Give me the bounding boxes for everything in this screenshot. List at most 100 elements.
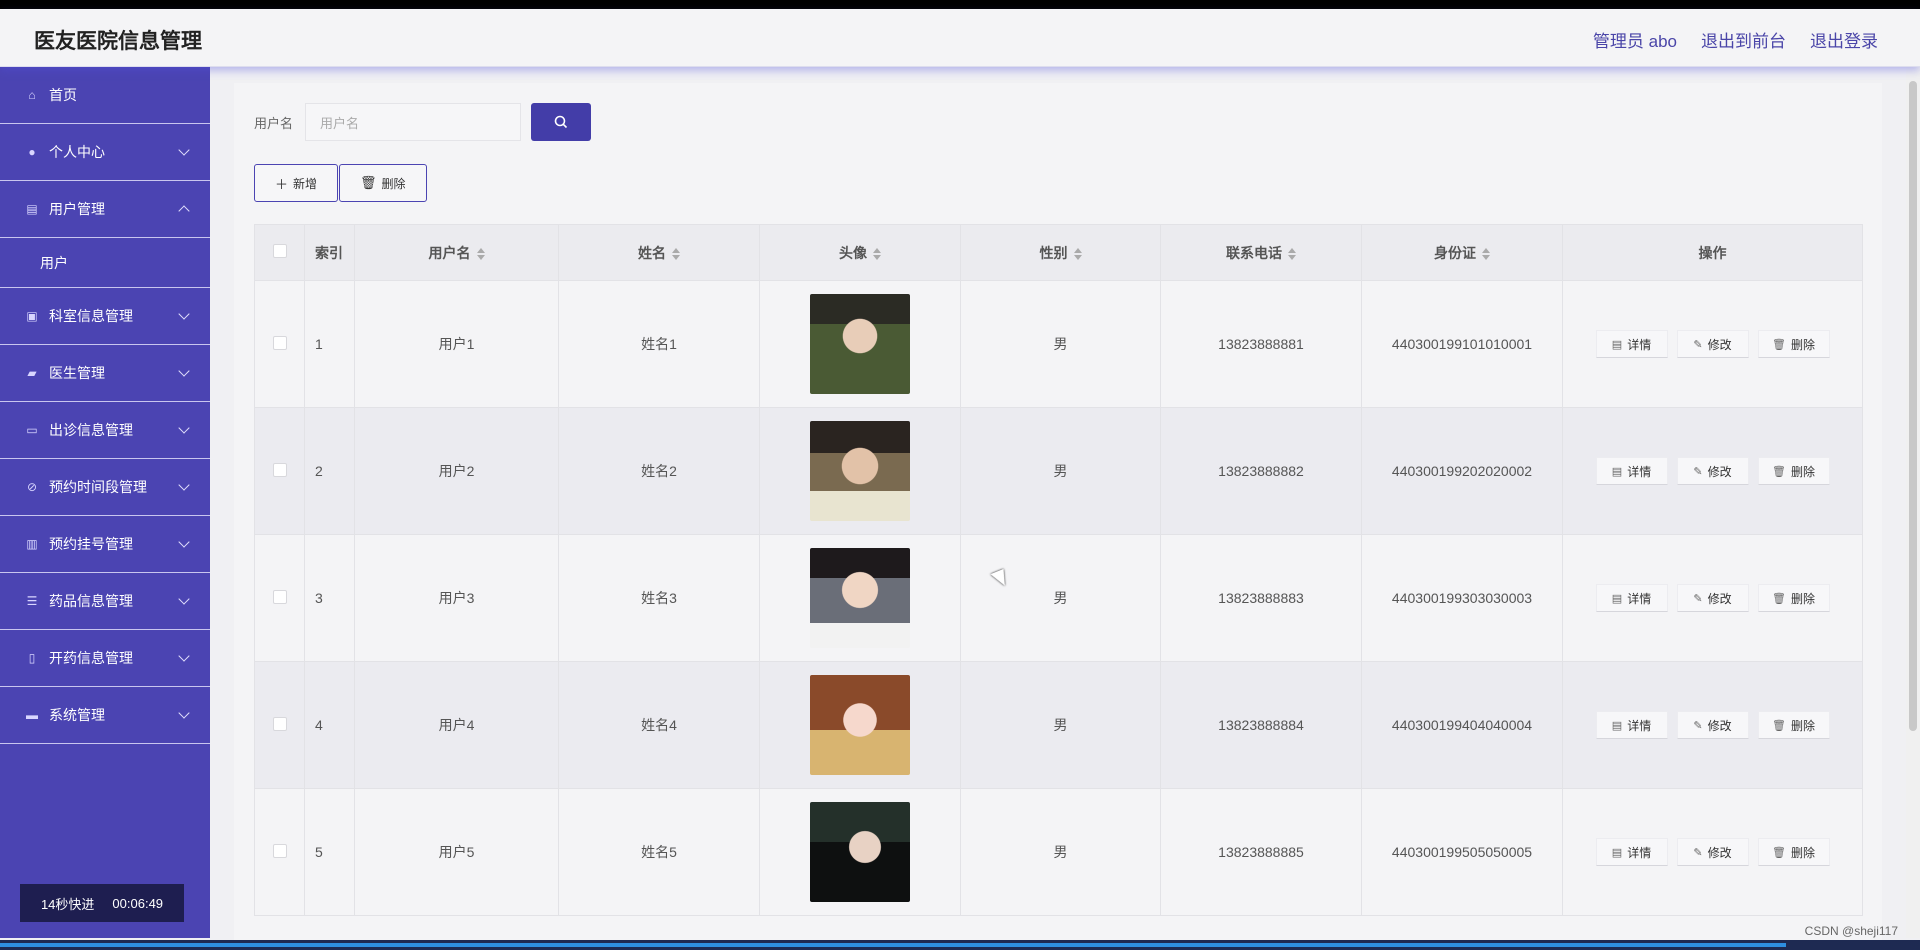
select-all-cell xyxy=(254,224,305,281)
header-nav: 管理员 abo 退出到前台 退出登录 xyxy=(1593,27,1878,52)
row-delete-button[interactable]: 🗑 删除 xyxy=(1757,838,1830,866)
column-header-phone[interactable]: 联系电话 xyxy=(1160,224,1362,281)
detail-button[interactable]: ▤ 详情 xyxy=(1595,457,1668,485)
select-cell xyxy=(254,407,305,535)
id-card-cell: 440300199404040004 xyxy=(1361,661,1563,789)
table-row: 2 用户2 姓名2 男 13823888882 440300199202020002 ▤ 详情… xyxy=(254,407,1863,535)
action-label: 修改 xyxy=(1707,464,1732,479)
sidebar-item-user-management[interactable]: ▤ 用户管理 xyxy=(0,181,210,238)
add-button[interactable]: ＋ 新增 xyxy=(254,164,339,202)
sidebar-item-home[interactable]: ⌂ 首页 xyxy=(0,67,210,124)
sort-icon[interactable] xyxy=(1288,247,1296,260)
column-header-name[interactable]: 姓名 xyxy=(558,224,760,281)
action-label: 详情 xyxy=(1627,464,1652,479)
column-header-id-card[interactable]: 身份证 xyxy=(1361,224,1563,281)
exit-to-front-link[interactable]: 退出到前台 xyxy=(1701,27,1786,52)
action-label: 删除 xyxy=(1790,591,1815,606)
search-row: 用户名 用户名 xyxy=(254,103,592,141)
chevron-down-icon xyxy=(178,308,190,320)
action-label: 详情 xyxy=(1627,718,1652,733)
sidebar-item-clinic[interactable]: ▭ 出诊信息管理 xyxy=(0,402,210,459)
row-checkbox[interactable] xyxy=(272,462,287,477)
edit-button[interactable]: ✎ 修改 xyxy=(1676,584,1749,612)
clipboard-icon: ▤ xyxy=(26,202,38,216)
sidebar-item-doctor[interactable]: ▰ 医生管理 xyxy=(0,345,210,402)
sidebar-item-label: 药品信息管理 xyxy=(49,593,133,609)
sidebar-item-label: 个人中心 xyxy=(49,144,105,160)
action-label: 删除 xyxy=(1790,718,1815,733)
edit-button[interactable]: ✎ 修改 xyxy=(1676,711,1749,739)
card-icon: ▭ xyxy=(26,423,38,437)
chevron-down-icon xyxy=(178,144,190,156)
scrollbar-thumb[interactable] xyxy=(1909,81,1917,731)
user-table: 索引 用户名 姓名 头像 性别 联系电话 身份证 操作 1 用户1 姓名1 男 1382… xyxy=(254,224,1863,916)
top-header: 医友医院信息管理 管理员 abo 退出到前台 退出登录 xyxy=(0,9,1920,67)
index-cell: 5 xyxy=(304,788,355,916)
sidebar-item-label: 首页 xyxy=(49,87,77,103)
sidebar-subitem-user[interactable]: 用户 xyxy=(0,238,210,288)
action-label: 修改 xyxy=(1707,591,1732,606)
actions-cell: ▤ 详情 ✎ 修改 🗑 删除 xyxy=(1562,534,1863,662)
username-search-input[interactable]: 用户名 xyxy=(305,103,522,141)
detail-button[interactable]: ▤ 详情 xyxy=(1595,838,1668,866)
column-header-avatar[interactable]: 头像 xyxy=(759,224,961,281)
detail-button[interactable]: ▤ 详情 xyxy=(1595,584,1668,612)
phone-icon: ▯ xyxy=(28,651,36,665)
trash-icon: 🗑 xyxy=(1772,846,1786,859)
username-cell: 用户2 xyxy=(354,407,559,535)
row-checkbox[interactable] xyxy=(272,843,287,858)
avatar-cell xyxy=(759,788,961,916)
sort-icon[interactable] xyxy=(1482,247,1490,260)
actions-cell: ▤ 详情 ✎ 修改 🗑 删除 xyxy=(1562,280,1863,408)
detail-button[interactable]: ▤ 详情 xyxy=(1595,330,1668,358)
edit-button[interactable]: ✎ 修改 xyxy=(1676,330,1749,358)
sidebar-item-system[interactable]: ▬ 系统管理 xyxy=(0,687,210,744)
sort-icon[interactable] xyxy=(1073,247,1082,260)
delete-button[interactable]: 🗑 删除 xyxy=(339,164,427,202)
detail-button[interactable]: ▤ 详情 xyxy=(1595,711,1668,739)
select-all-checkbox[interactable] xyxy=(272,244,287,258)
action-label: 删除 xyxy=(1790,337,1815,352)
app-title: 医友医院信息管理 xyxy=(34,30,202,53)
edit-button[interactable]: ✎ 修改 xyxy=(1676,457,1749,485)
page-scrollbar[interactable] xyxy=(1906,67,1920,938)
row-delete-button[interactable]: 🗑 删除 xyxy=(1757,330,1830,358)
sort-icon[interactable] xyxy=(672,247,680,260)
avatar-cell xyxy=(759,534,961,662)
sidebar-item-prescription[interactable]: ▯ 开药信息管理 xyxy=(0,630,210,687)
plus-icon: ＋ xyxy=(275,176,289,192)
row-checkbox[interactable] xyxy=(272,335,287,350)
action-label: 详情 xyxy=(1627,337,1652,352)
user-icon: ● xyxy=(28,145,36,159)
row-checkbox[interactable] xyxy=(272,589,287,604)
column-header-username[interactable]: 用户名 xyxy=(354,224,559,281)
sidebar-item-registration[interactable]: ▥ 预约挂号管理 xyxy=(0,516,210,573)
sidebar-item-personal-center[interactable]: ● 个人中心 xyxy=(0,124,210,181)
chevron-down-icon xyxy=(178,707,190,719)
avatar xyxy=(810,675,910,775)
search-button[interactable] xyxy=(531,103,592,141)
action-label: 详情 xyxy=(1627,845,1652,860)
window-top-strip xyxy=(0,0,1920,9)
row-delete-button[interactable]: 🗑 删除 xyxy=(1757,584,1830,612)
column-header-gender[interactable]: 性别 xyxy=(960,224,1161,281)
edit-button[interactable]: ✎ 修改 xyxy=(1676,838,1749,866)
sidebar-item-time-slot[interactable]: ⊘ 预约时间段管理 xyxy=(0,459,210,516)
row-delete-button[interactable]: 🗑 删除 xyxy=(1757,711,1830,739)
action-label: 修改 xyxy=(1707,718,1732,733)
logout-link[interactable]: 退出登录 xyxy=(1810,27,1878,52)
trash-icon: 🗑 xyxy=(1772,719,1786,732)
sort-icon[interactable] xyxy=(476,247,485,260)
pencil-icon: ✎ xyxy=(1693,592,1703,605)
sidebar-item-medicine[interactable]: ☰ 药品信息管理 xyxy=(0,573,210,630)
sidebar-item-department[interactable]: ▣ 科室信息管理 xyxy=(0,288,210,345)
row-checkbox[interactable] xyxy=(272,716,287,731)
sort-icon[interactable] xyxy=(873,247,881,260)
table-row: 3 用户3 姓名3 男 13823888883 440300199303030003 ▤ 详情… xyxy=(254,534,1863,662)
row-delete-button[interactable]: 🗑 删除 xyxy=(1757,457,1830,485)
table-row: 4 用户4 姓名4 男 13823888884 440300199404040004 ▤ 详情… xyxy=(254,661,1863,789)
admin-user-link[interactable]: 管理员 abo xyxy=(1593,27,1677,52)
chevron-up-icon xyxy=(178,205,190,217)
ticket-icon: ▬ xyxy=(26,708,38,722)
id-card-cell: 440300199202020002 xyxy=(1361,407,1563,535)
